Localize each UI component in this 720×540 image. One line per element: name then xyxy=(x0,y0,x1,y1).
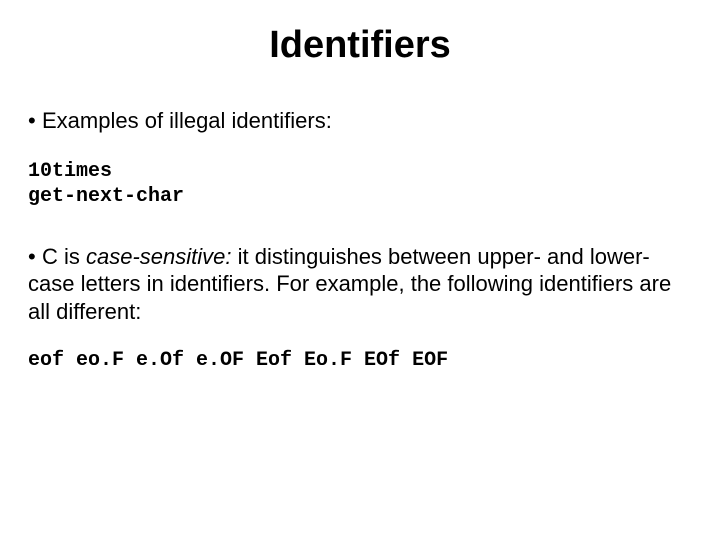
code-line: 10times xyxy=(28,160,112,183)
bullet-text-emph: case-sensitive: xyxy=(86,244,232,269)
code-line: get-next-char xyxy=(28,185,184,208)
page-title: Identifiers xyxy=(0,0,720,107)
bullet-marker: • xyxy=(28,107,42,135)
bullet-text: Examples of illegal identifiers: xyxy=(42,108,332,133)
content-area: • Examples of illegal identifiers: 10tim… xyxy=(0,107,720,372)
bullet-illegal-examples: • Examples of illegal identifiers: xyxy=(28,107,692,135)
bullet-marker: • xyxy=(28,243,42,271)
bullet-text-lead: C is xyxy=(42,244,86,269)
code-illegal-identifiers: 10times get-next-char xyxy=(28,159,692,209)
code-case-variants: eof eo.F e.Of e.OF Eof Eo.F EOf EOF xyxy=(28,349,692,372)
slide: Identifiers • Examples of illegal identi… xyxy=(0,0,720,540)
bullet-case-sensitive: • C is case-sensitive: it distinguishes … xyxy=(28,243,692,326)
